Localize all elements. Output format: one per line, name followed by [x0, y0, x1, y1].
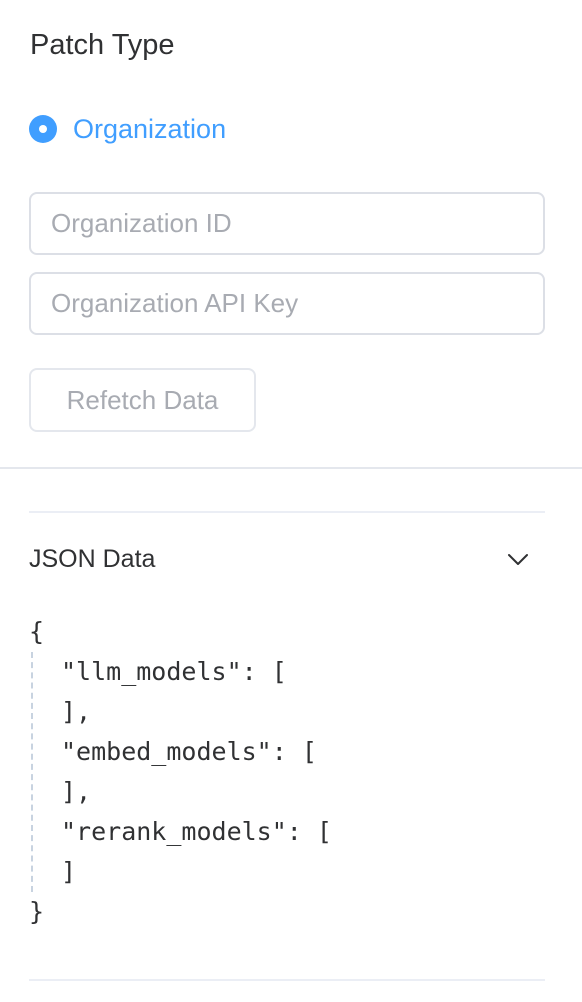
json-line: ] — [61, 857, 77, 886]
organization-id-input[interactable] — [29, 192, 545, 255]
json-open-brace: { — [29, 617, 45, 646]
json-data-collapse-header[interactable]: JSON Data — [29, 530, 545, 588]
organization-api-key-input[interactable] — [29, 272, 545, 335]
collapse-bottom-border — [29, 979, 545, 981]
collapse-top-border — [29, 511, 545, 513]
section-divider — [0, 467, 582, 469]
json-line: ], — [61, 777, 92, 806]
json-line: ], — [61, 697, 92, 726]
organization-radio[interactable]: Organization — [29, 112, 226, 146]
radio-selected-icon[interactable] — [29, 115, 57, 143]
json-data-title: JSON Data — [29, 544, 156, 573]
json-line: "llm_models": [ — [61, 657, 287, 686]
json-close-brace: } — [29, 897, 45, 926]
json-line: "rerank_models": [ — [61, 817, 332, 846]
chevron-down-icon[interactable] — [505, 546, 531, 572]
json-body: "llm_models": [ ], "embed_models": [ ], … — [31, 652, 545, 892]
organization-radio-label: Organization — [73, 114, 227, 144]
json-viewer: { "llm_models": [ ], "embed_models": [ ]… — [29, 612, 545, 932]
patch-type-title: Patch Type — [30, 29, 175, 61]
refetch-data-button[interactable]: Refetch Data — [29, 368, 256, 432]
json-line: "embed_models": [ — [61, 737, 317, 766]
